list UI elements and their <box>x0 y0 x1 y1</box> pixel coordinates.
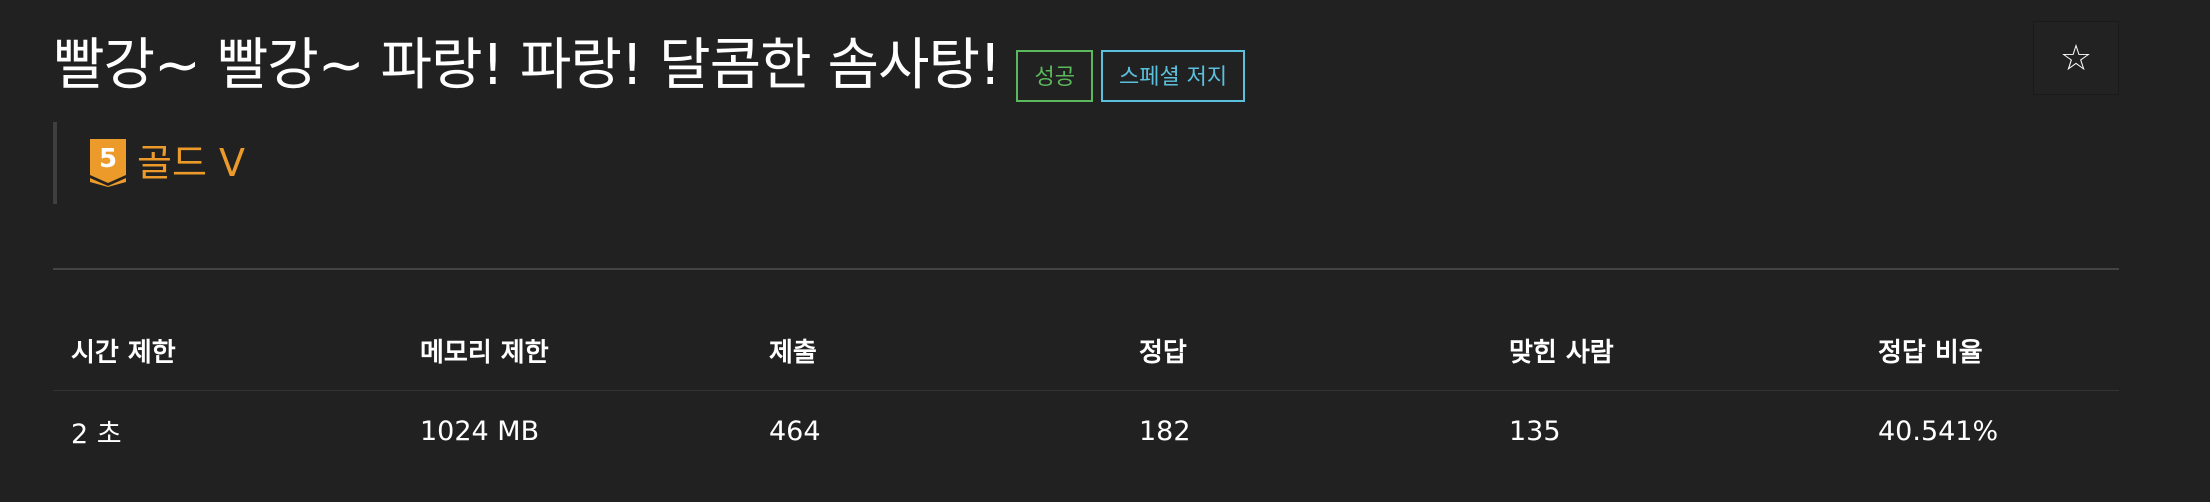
section-divider <box>53 268 2119 270</box>
success-label[interactable]: 성공 <box>1016 50 1093 102</box>
time-limit-header: 시간 제한 <box>53 310 402 391</box>
accept-ratio-value: 40.541% <box>1878 415 1999 447</box>
problem-page: 빨강~ 빨강~ 파랑! 파랑! 달콤한 솜사탕! 성공 스페셜 저지 ☆ 5 골… <box>0 0 2210 502</box>
solved-users-header: 맞힌 사람 <box>1491 310 1860 391</box>
time-limit-value: 2 초 <box>71 418 122 450</box>
star-icon: ☆ <box>2059 37 2093 79</box>
submissions-value[interactable]: 464 <box>751 391 1121 472</box>
accept-ratio-header: 정답 비율 <box>1860 310 2119 391</box>
special-judge-label[interactable]: 스페셜 저지 <box>1100 50 1246 102</box>
solved-users-value[interactable]: 135 <box>1491 391 1860 472</box>
accepted-header: 정답 <box>1121 310 1491 391</box>
tier-info: 5 골드 V <box>53 122 245 204</box>
problem-title: 빨강~ 빨강~ 파랑! 파랑! 달콤한 솜사탕! <box>53 33 1001 98</box>
memory-limit-header: 메모리 제한 <box>402 310 751 391</box>
tier-name[interactable]: 골드 V <box>137 139 245 187</box>
gold-tier-badge-icon: 5 <box>90 139 126 187</box>
tier-badge-number: 5 <box>99 144 117 174</box>
favorite-star-button[interactable]: ☆ <box>2033 21 2119 95</box>
stats-header-row: 시간 제한 메모리 제한 제출 정답 맞힌 사람 정답 비율 <box>53 310 2119 391</box>
problem-stats-table: 시간 제한 메모리 제한 제출 정답 맞힌 사람 정답 비율 2 초 1024 … <box>53 310 2119 471</box>
title-row: 빨강~ 빨강~ 파랑! 파랑! 달콤한 솜사탕! 성공 스페셜 저지 <box>53 28 1246 104</box>
memory-limit-value: 1024 MB <box>420 415 540 447</box>
accepted-value[interactable]: 182 <box>1121 391 1491 472</box>
stats-value-row: 2 초 1024 MB 464 182 135 40.541% <box>53 391 2119 472</box>
submissions-header: 제출 <box>751 310 1121 391</box>
